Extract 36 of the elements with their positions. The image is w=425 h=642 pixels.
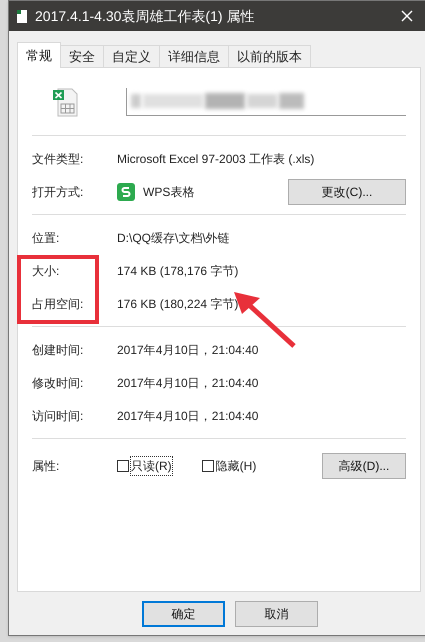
property-label: 位置: <box>32 230 60 246</box>
attribute-checkbox[interactable]: 只读(R) <box>117 456 172 474</box>
advanced-button[interactable]: 高级(D)... <box>322 452 406 478</box>
tab[interactable]: 以前的版本 <box>229 45 311 67</box>
close-icon <box>401 10 413 22</box>
property-value: 2017年4月10日，21:04:40 <box>117 342 258 358</box>
file-name-field[interactable] <box>126 88 406 116</box>
change-button[interactable]: 更改(C)... <box>288 178 406 204</box>
property-value: 176 KB (180,224 字节) <box>117 296 238 312</box>
checkbox[interactable] <box>202 460 214 472</box>
file-icon <box>17 10 27 22</box>
property-label: 大小: <box>32 262 60 280</box>
spreadsheet-icon <box>52 86 78 116</box>
property-value: WPS表格 <box>143 184 194 200</box>
tab[interactable]: 安全 <box>61 45 104 67</box>
property-label: 打开方式: <box>32 184 84 200</box>
tab[interactable]: 自定义 <box>104 45 160 67</box>
window-title: 2017.4.1-4.30袁周雄工作表(1) 属性 <box>35 6 256 26</box>
property-label: 访问时间: <box>32 408 84 424</box>
checkbox[interactable] <box>117 460 129 472</box>
attribute-checkbox[interactable]: 隐藏(H) <box>202 456 256 474</box>
property-label: 创建时间: <box>32 342 84 358</box>
property-value: Microsoft Excel 97-2003 工作表 (.xls) <box>117 150 314 168</box>
property-label: 占用空间: <box>32 296 84 312</box>
dialog-button[interactable]: 确定 <box>142 601 225 627</box>
property-label: 文件类型: <box>32 150 84 168</box>
property-value: 174 KB (178,176 字节) <box>117 262 238 280</box>
property-label: 属性: <box>32 458 60 474</box>
tab[interactable]: 常规 <box>17 42 61 68</box>
app-icon <box>117 182 135 200</box>
property-value: 2017年4月10日，21:04:40 <box>117 374 258 392</box>
dialog-button[interactable]: 取消 <box>235 601 318 627</box>
tab[interactable]: 详细信息 <box>160 45 229 67</box>
property-value: 2017年4月10日，21:04:40 <box>117 408 258 424</box>
property-label: 修改时间: <box>32 374 84 392</box>
property-value: D:\QQ缓存\文档\外链 <box>117 230 230 246</box>
